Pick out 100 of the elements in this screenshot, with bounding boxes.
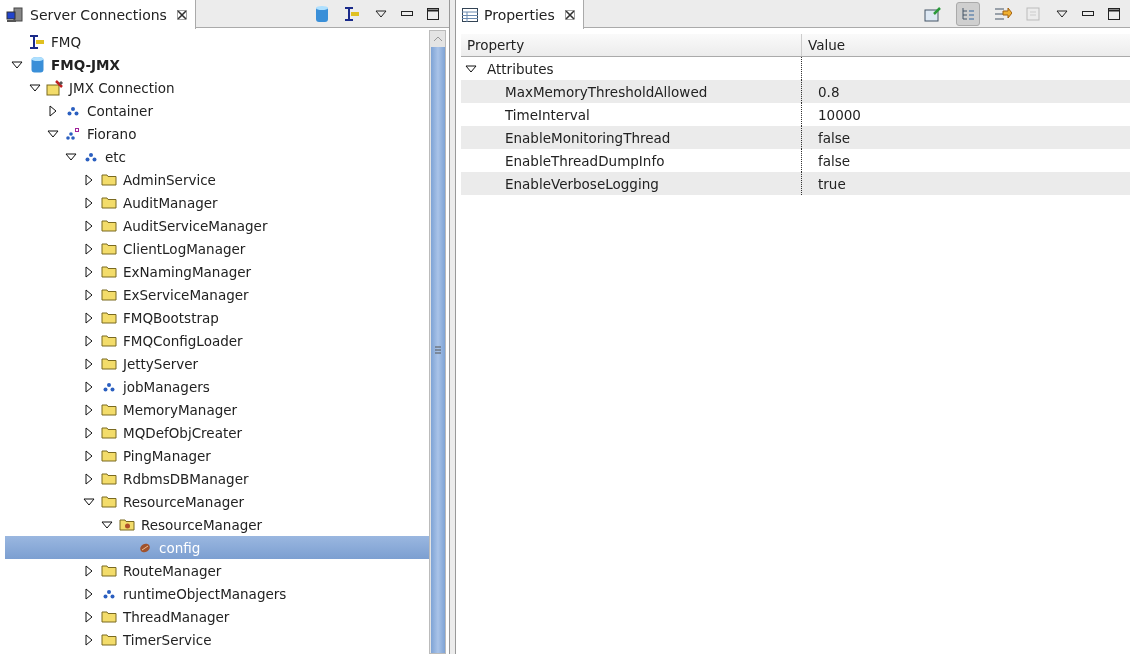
tree-item[interactable]: FMQ: [5, 30, 429, 53]
collapse-arrow-icon[interactable]: [11, 58, 23, 71]
nodes-icon: [85, 151, 97, 162]
tree-label: ResourceManager: [123, 493, 245, 510]
expand-arrow-icon[interactable]: [83, 334, 95, 347]
close-icon[interactable]: [564, 9, 575, 20]
tree-label: Container: [87, 102, 153, 119]
property-value[interactable]: 10000: [818, 106, 861, 123]
tree-item[interactable]: AuditServiceManager: [5, 214, 429, 237]
tree-item[interactable]: etc: [5, 145, 429, 168]
tree-item[interactable]: FMQ-JMX: [5, 53, 429, 76]
categories-toggle-button[interactable]: [956, 1, 980, 26]
expand-arrow-icon[interactable]: [83, 564, 95, 577]
tree-item[interactable]: FMQConfigLoader: [5, 329, 429, 352]
column-header[interactable]: Value: [802, 34, 1130, 56]
expand-arrow-icon[interactable]: [83, 426, 95, 439]
folder-icon: [101, 173, 117, 186]
collapse-arrow-icon[interactable]: [101, 518, 113, 531]
property-name: EnableVerboseLogging: [505, 175, 659, 192]
expand-arrow-icon[interactable]: [83, 449, 95, 462]
folder-icon: [101, 403, 117, 416]
folder-icon: [101, 564, 117, 577]
tree-item[interactable]: Fiorano: [5, 122, 429, 145]
tree-label: JMX Connection: [69, 79, 175, 96]
tree-item[interactable]: jobManagers: [5, 375, 429, 398]
filter-arrows-icon[interactable]: [994, 5, 1012, 22]
property-value[interactable]: true: [818, 175, 846, 192]
expand-arrow-icon[interactable]: [83, 610, 95, 623]
expand-arrow-icon[interactable]: [83, 633, 95, 646]
tree-item[interactable]: ClientLogManager: [5, 237, 429, 260]
folder-icon: [101, 426, 117, 439]
tree-item[interactable]: ResourceManager: [5, 513, 429, 536]
tree-item[interactable]: MQDefObjCreater: [5, 421, 429, 444]
maximize-icon[interactable]: [1108, 7, 1120, 20]
tree-item[interactable]: ExServiceManager: [5, 283, 429, 306]
tree-label: config: [159, 539, 201, 556]
property-value[interactable]: false: [818, 129, 851, 146]
plug-icon[interactable]: [343, 6, 361, 21]
tree-item[interactable]: FMQBootstrap: [5, 306, 429, 329]
expand-arrow-icon[interactable]: [83, 403, 95, 416]
collapse-arrow-icon[interactable]: [465, 62, 477, 75]
tree-label: ResourceManager: [141, 516, 263, 533]
expand-arrow-icon[interactable]: [83, 311, 95, 324]
property-value[interactable]: 0.8: [818, 83, 840, 100]
tree-label: etc: [105, 148, 127, 165]
collapse-arrow-icon[interactable]: [29, 81, 41, 94]
tree-label: FMQBootstrap: [123, 309, 219, 326]
tree-item[interactable]: Container: [5, 99, 429, 122]
expand-arrow-icon[interactable]: [83, 219, 95, 232]
expand-arrow-icon[interactable]: [83, 173, 95, 186]
expand-arrow-icon[interactable]: [83, 472, 95, 485]
property-name: TimeInterval: [505, 106, 590, 123]
expand-arrow-icon[interactable]: [83, 242, 95, 255]
folder-icon: [101, 610, 117, 623]
collapse-arrow-icon[interactable]: [47, 127, 59, 140]
view-tab[interactable]: Properties: [456, 0, 584, 29]
tree-label: FMQ-JMX: [51, 56, 120, 73]
tree-item[interactable]: ResourceManager: [5, 490, 429, 513]
tree-item[interactable]: runtimeObjectManagers: [5, 582, 429, 605]
tree-label: runtimeObjectManagers: [123, 585, 287, 602]
expand-arrow-icon[interactable]: [83, 265, 95, 278]
tree-label: FMQ: [51, 33, 82, 50]
tree-item[interactable]: MemoryManager: [5, 398, 429, 421]
collapse-arrow-icon[interactable]: [83, 495, 95, 508]
tree-list-icon: [961, 6, 975, 21]
maximize-icon[interactable]: [427, 7, 439, 20]
toolbox-icon: [46, 79, 64, 96]
tree-item[interactable]: AuditManager: [5, 191, 429, 214]
nodes-icon: [67, 105, 79, 116]
expand-arrow-icon[interactable]: [47, 104, 59, 117]
tree-item[interactable]: AdminService: [5, 168, 429, 191]
view-tab[interactable]: Server Connections: [0, 0, 196, 29]
column-header[interactable]: Property: [461, 34, 802, 56]
tab-title: Server Connections: [30, 6, 167, 23]
tree-item[interactable]: PingManager: [5, 444, 429, 467]
tree-item[interactable]: ExNamingManager: [5, 260, 429, 283]
expand-arrow-icon[interactable]: [83, 380, 95, 393]
dropdown-icon[interactable]: [375, 9, 387, 18]
folder-icon: [101, 495, 117, 508]
database-icon[interactable]: [315, 4, 329, 23]
tree-label: jobManagers: [123, 378, 210, 395]
tree-item[interactable]: JMX Connection: [5, 76, 429, 99]
tree-item[interactable]: JettyServer: [5, 352, 429, 375]
minimize-icon[interactable]: [1082, 10, 1094, 17]
minimize-icon[interactable]: [401, 10, 413, 17]
expand-arrow-icon[interactable]: [83, 196, 95, 209]
property-value[interactable]: false: [818, 152, 851, 169]
expand-arrow-icon[interactable]: [83, 357, 95, 370]
tree-label: AuditManager: [123, 194, 218, 211]
tree-item[interactable]: RouteManager: [5, 559, 429, 582]
dropdown-icon[interactable]: [1056, 9, 1068, 18]
expand-arrow-icon[interactable]: [83, 288, 95, 301]
tree-item[interactable]: TimerService: [5, 628, 429, 651]
tree-item[interactable]: ThreadManager: [5, 605, 429, 628]
tree-item[interactable]: RdbmsDBManager: [5, 467, 429, 490]
expand-arrow-icon[interactable]: [83, 587, 95, 600]
tab-title: Properties: [484, 6, 555, 23]
collapse-arrow-icon[interactable]: [65, 150, 77, 163]
tree-label: ExServiceManager: [123, 286, 249, 303]
close-icon[interactable]: [176, 9, 187, 20]
